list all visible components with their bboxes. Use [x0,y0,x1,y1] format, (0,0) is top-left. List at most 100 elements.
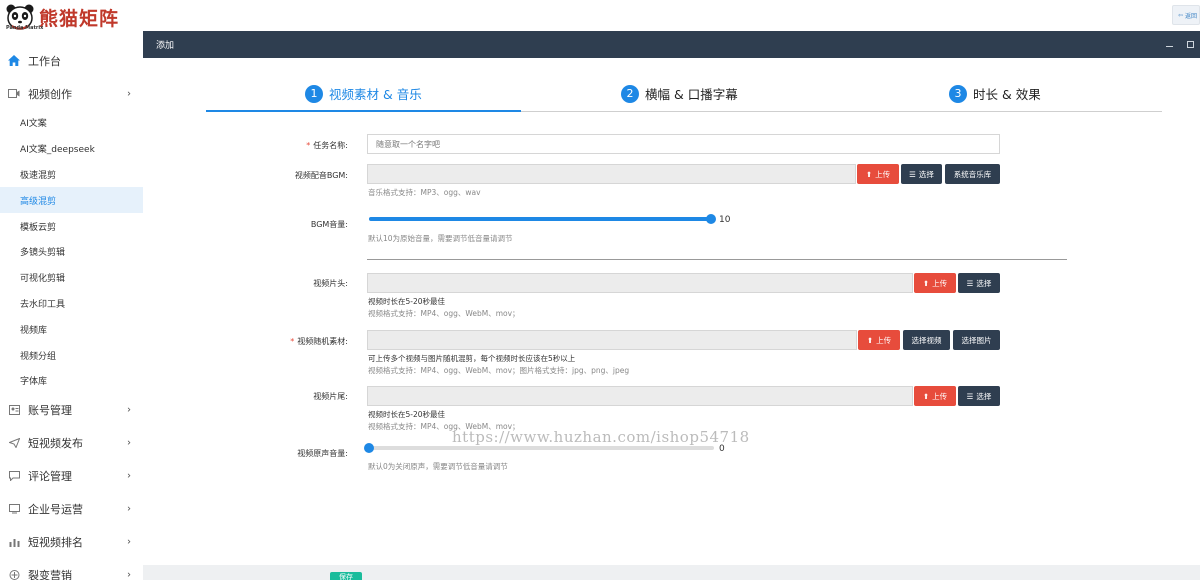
minimize-icon[interactable] [1166,46,1173,47]
slider-handle[interactable] [364,443,374,453]
sidebar-subitem-video-group[interactable]: 视频分组 [0,342,143,368]
sidebar-subitem-visual-edit[interactable]: 可视化剪辑 [0,265,143,291]
fission-icon [8,569,20,580]
sidebar-item-fission[interactable]: 裂变营销 › [0,559,143,580]
upload-icon: ⬆ [866,335,874,345]
step-number: 2 [621,84,639,103]
original-volume-help-text: 默认0为关闭原声，需要调节低音量请调节 [368,462,508,471]
chevron-right-icon: › [127,470,131,482]
sidebar-item-label: 裂变营销 [28,569,72,580]
chevron-right-icon: › [127,569,131,580]
sidebar-item-label: 短视频发布 [28,437,83,451]
original-volume-slider[interactable] [364,443,714,453]
modal-header: 添加 [143,31,1200,58]
sidebar-subitem-ai-copy[interactable]: AI文案 [0,110,143,136]
sidebar-item-label: 账号管理 [28,404,72,418]
bgm-help-text: 音乐格式支持：MP3、ogg、wav [368,188,481,197]
list-icon: ☰ [909,169,916,179]
save-button[interactable]: 保存 [330,572,362,580]
list-icon: ☰ [966,391,974,401]
bgm-file-field[interactable] [367,164,856,184]
sidebar-item-ranking[interactable]: 短视频排名 › [0,526,143,559]
original-volume-label: 视频原声音量: [297,449,348,458]
required-mark: * [290,337,295,346]
sidebar-subitem-watermark-remover[interactable]: 去水印工具 [0,291,143,317]
random-material-file-field[interactable] [367,330,857,350]
intro-upload-button[interactable]: ⬆ 上传 [914,273,956,293]
sidebar-subitem-advanced-mix[interactable]: 高级混剪 [0,187,143,214]
account-icon [8,404,20,416]
section-divider [367,259,1067,260]
sidebar-menu: 工作台 视频创作 › AI文案 AI文案_deepseek 极速混剪 高级混剪 … [0,44,143,580]
sidebar-item-workbench[interactable]: 工作台 [0,44,143,77]
original-volume-value: 0 [719,444,725,454]
active-step-indicator [206,110,521,112]
comment-icon [8,470,20,482]
bgm-select-button[interactable]: ☰ 选择 [901,164,942,184]
chevron-right-icon: › [127,536,131,548]
intro-help-format: 视频格式支持：MP4、ogg、WebM、mov； [368,309,520,318]
sidebar-subitem-fast-mix[interactable]: 极速混剪 [0,162,143,188]
random-material-help-rule: 可上传多个视频与图片随机混剪，每个视频时长应该在5秒以上 [368,354,576,363]
random-material-label: * 视频随机素材: [290,337,348,346]
sidebar-item-label: 工作台 [28,54,61,68]
sidebar-item-publish[interactable]: 短视频发布 › [0,427,143,460]
step-tabs: 1 视频素材 & 音乐 2 横幅 & 口播字幕 3 时长 & 效果 [206,84,1162,112]
select-video-button[interactable]: 选择视频 [903,330,950,350]
slider-handle[interactable] [706,214,716,224]
sidebar-item-accounts[interactable]: 账号管理 › [0,394,143,427]
bgm-volume-slider[interactable] [369,214,716,224]
required-mark: * [306,141,311,150]
outro-upload-button[interactable]: ⬆ 上传 [914,386,956,406]
chevron-right-icon: › [127,404,131,416]
sidebar-subitem-ai-copy-deepseek[interactable]: AI文案_deepseek [0,136,143,162]
outro-help-duration: 视频时长在5-20秒最佳 [368,410,446,419]
intro-select-button[interactable]: ☰ 选择 [958,273,1000,293]
chevron-right-icon: › [127,88,131,99]
sidebar-item-video-creation[interactable]: 视频创作 › [0,77,143,110]
window-controls [1166,31,1194,58]
step-1-tab[interactable]: 1 视频素材 & 音乐 [305,84,422,103]
chart-icon [8,536,20,548]
task-name-label: * 任务名称: [306,141,348,150]
step-2-tab[interactable]: 2 横幅 & 口播字幕 [621,84,738,103]
intro-help-duration: 视频时长在5-20秒最佳 [368,297,446,306]
enterprise-icon [8,503,20,515]
step-number: 3 [949,84,967,103]
random-material-upload-button[interactable]: ⬆ 上传 [858,330,900,350]
step-label: 视频素材 & 音乐 [329,87,422,102]
upload-icon: ⬆ [922,391,930,401]
chevron-right-icon: › [127,503,131,515]
sidebar-subitem-template-cloud[interactable]: 模板云剪 [0,213,143,239]
sidebar-subitem-font-library[interactable]: 字体库 [0,368,143,394]
logo-subtitle: Panda Matrix [6,25,44,31]
send-icon [8,437,20,449]
sidebar: 熊猫矩阵 Panda Matrix 工作台 视频创作 › AI文案 AI文案_d… [0,0,143,580]
outro-label: 视频片尾: [313,392,348,401]
back-button[interactable]: ⇦ 返回 [1172,5,1200,25]
bgm-upload-button[interactable]: ⬆ 上传 [857,164,899,184]
random-material-help-format: 视频格式支持：MP4、ogg、WebM、mov；图片格式支持：jpg、png、j… [368,366,630,375]
step-number: 1 [305,84,323,103]
footer-bar [143,565,1200,580]
upload-icon: ⬆ [865,169,873,179]
upload-icon: ⬆ [922,278,930,288]
maximize-icon[interactable] [1187,41,1194,48]
outro-file-field[interactable] [367,386,913,406]
outro-select-button[interactable]: ☰ 选择 [958,386,1000,406]
sidebar-subitem-video-library[interactable]: 视频库 [0,316,143,342]
select-image-button[interactable]: 选择图片 [953,330,1000,350]
sidebar-item-label: 评论管理 [28,470,72,484]
sidebar-item-enterprise[interactable]: 企业号运营 › [0,493,143,526]
chevron-right-icon: › [127,437,131,449]
sidebar-item-comments[interactable]: 评论管理 › [0,460,143,493]
sidebar-subitem-multi-camera[interactable]: 多镜头剪辑 [0,239,143,265]
step-3-tab[interactable]: 3 时长 & 效果 [949,84,1041,103]
task-name-input[interactable] [367,134,1000,154]
intro-file-field[interactable] [367,273,913,293]
sidebar-item-label: 短视频排名 [28,536,83,550]
step-label: 横幅 & 口播字幕 [645,87,738,102]
logo-text: 熊猫矩阵 [39,7,120,30]
system-music-library-button[interactable]: 系统音乐库 [945,164,1000,184]
sidebar-item-label: 视频创作 [28,87,72,101]
